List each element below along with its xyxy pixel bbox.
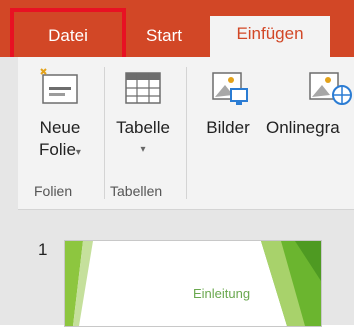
new-slide-icon [40, 68, 78, 104]
slide-title-text: Einleitung [193, 286, 251, 301]
slide-thumbnail[interactable]: Einleitung [64, 240, 322, 327]
datei-highlight-box [10, 8, 126, 64]
online-pictures-label: Onlinegra [266, 118, 340, 137]
chevron-down-icon: ▾ [140, 144, 146, 155]
tab-einfuegen[interactable]: Einfügen [210, 16, 330, 57]
slide-decoration [65, 241, 321, 326]
pictures-icon [212, 72, 248, 105]
online-pictures-button[interactable]: Onlinegra [266, 65, 354, 139]
group-separator [104, 67, 105, 199]
group-label-tabellen: Tabellen [110, 183, 163, 199]
pictures-button[interactable]: Bilder [196, 65, 260, 139]
new-slide-button[interactable]: Neue Folie▾ [30, 65, 90, 164]
new-slide-label-1: Neue [39, 118, 81, 137]
tab-start[interactable]: Start [136, 22, 192, 57]
table-button[interactable]: Tabelle ▾ [108, 65, 178, 161]
online-pictures-icon [309, 72, 352, 105]
group-label-folien: Folien [34, 183, 73, 199]
group-separator [186, 67, 187, 199]
slide-number: 1 [38, 240, 48, 259]
table-icon [125, 72, 161, 104]
left-border [0, 57, 18, 325]
pictures-label: Bilder [206, 118, 250, 137]
ribbon-insert: Neue Folie▾ Tabelle ▾ Bilder Onlinegra F… [0, 57, 354, 210]
table-label: Tabelle [116, 118, 170, 137]
new-slide-label-2: Folie▾ [39, 140, 81, 159]
